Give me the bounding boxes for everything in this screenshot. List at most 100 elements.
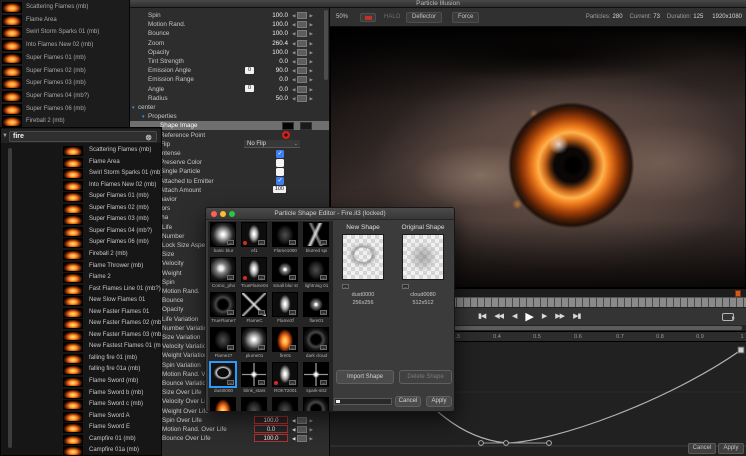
stepper-right-icon[interactable]: ▶ xyxy=(309,21,312,28)
list-item[interactable]: Flame Sword (mb) xyxy=(1,377,161,389)
stepper-left-icon[interactable]: ◀ xyxy=(292,86,295,93)
shape-thumbnail-icon[interactable]: ‒ xyxy=(210,222,236,247)
property-value[interactable]: 100.0 xyxy=(252,49,288,56)
shape-thumbnail-icon[interactable]: ‒ xyxy=(303,362,329,387)
shape-thumbnail-icon[interactable]: ‒ xyxy=(272,257,298,282)
stepper-handle[interactable] xyxy=(297,85,308,93)
value-stepper[interactable]: ◀ ▶ xyxy=(292,94,322,102)
list-item[interactable]: Campfire 01a (mb) xyxy=(1,446,161,455)
stepper-handle[interactable] xyxy=(297,416,308,424)
list-item[interactable]: falling fire 01a (mb) xyxy=(1,365,161,377)
list-item[interactable]: Super Flames 04 (mb?) xyxy=(1,226,161,239)
list-item[interactable]: Flame Sword A xyxy=(1,411,161,424)
library-item[interactable]: Super Flames 02 (mb) xyxy=(0,65,129,78)
library-item[interactable]: Super Flames 06 (mb) xyxy=(0,103,129,116)
stepper-left-icon[interactable]: ◀ xyxy=(292,12,295,19)
stepper-right-icon[interactable]: ▶ xyxy=(309,435,312,442)
list-item[interactable]: New Slow Flames 01 xyxy=(1,296,161,308)
stepper-handle[interactable] xyxy=(297,30,308,38)
stepper-right-icon[interactable]: ▶ xyxy=(309,49,312,56)
shape-image-swatch[interactable] xyxy=(282,121,294,130)
shape-thumbnail-icon[interactable]: ‒ xyxy=(241,292,267,317)
shape-thumbnail-icon[interactable]: ‒ xyxy=(210,292,236,317)
property-row-bounce[interactable]: Bounce 100.0 ◀ ▶ xyxy=(130,29,329,38)
shape-cell[interactable]: ‒ ef1 xyxy=(239,221,270,256)
shape-cell[interactable]: ‒ TrueFlame04 xyxy=(239,256,270,291)
shape-cell[interactable]: ‒ spark-str2 xyxy=(301,361,332,396)
loop-icon[interactable] xyxy=(722,313,735,321)
shape-cell[interactable]: ‒ xyxy=(301,396,332,411)
checkbox[interactable] xyxy=(276,158,284,167)
stepper-right-icon[interactable]: ▶ xyxy=(309,417,312,424)
shape-cell-selected[interactable]: ‒ dust0000 xyxy=(208,361,239,396)
stepper-left-icon[interactable]: ◀ xyxy=(292,417,295,424)
shape-cell[interactable]: ‒ fire01 xyxy=(270,326,301,361)
library-item[interactable]: Super Flames 01 (mb) xyxy=(0,52,129,65)
shape-thumbnail-icon[interactable]: ‒ xyxy=(272,362,298,387)
curve-endpoint[interactable] xyxy=(737,346,745,354)
keyframed-value[interactable]: 100.0 xyxy=(254,434,288,443)
property-row-opacity[interactable]: Opacity 100.0 ◀ ▶ xyxy=(130,48,329,57)
stepper-left-icon[interactable]: ◀ xyxy=(292,30,295,37)
halo-button[interactable]: HALO xyxy=(384,14,400,20)
value-stepper[interactable]: ◀ ▶ xyxy=(292,416,322,424)
list-item[interactable]: Flame Sword E xyxy=(1,423,161,435)
curve-cancel-button[interactable]: Cancel xyxy=(688,443,716,454)
flip-dropdown[interactable]: No Flip ⌄ xyxy=(244,139,300,148)
list-item[interactable]: falling fire 01 (mb) xyxy=(1,353,161,366)
stepper-handle[interactable] xyxy=(297,21,308,29)
filter-funnel-icon[interactable]: ▼ xyxy=(2,133,8,139)
shape-cell[interactable]: ‒ blink_stars xyxy=(239,361,270,396)
stepper-handle[interactable] xyxy=(297,426,308,433)
list-item[interactable]: Super Flames 06 (mb) xyxy=(1,238,161,250)
clear-search-icon[interactable]: ⊗ xyxy=(145,133,152,142)
stepper-handle[interactable] xyxy=(297,94,308,102)
search-input[interactable]: fire ⊗ xyxy=(9,131,157,142)
step-back-icon[interactable]: ◀ xyxy=(512,311,517,323)
list-item[interactable]: Campfire 01 (mb) xyxy=(1,434,161,447)
value-stepper[interactable]: ◀ ▶ xyxy=(292,39,322,47)
value-stepper[interactable]: ◀ ▶ xyxy=(292,426,322,433)
stepper-handle[interactable] xyxy=(297,39,308,47)
shape-image-swatch-alt[interactable] xyxy=(300,121,312,130)
property-row-motion-rand-[interactable]: Motion Rand. 100.0 ◀ ▶ xyxy=(130,20,329,29)
shape-cell[interactable]: ‒ FlameC xyxy=(239,291,270,326)
stepper-handle[interactable] xyxy=(297,76,308,84)
shape-cell[interactable]: ‒ Flame27 xyxy=(208,326,239,361)
stepper-right-icon[interactable]: ▶ xyxy=(309,95,312,102)
stepper-handle[interactable] xyxy=(297,58,308,65)
stepper-left-icon[interactable]: ◀ xyxy=(292,49,295,56)
shape-thumbnail-icon[interactable]: ‒ xyxy=(210,257,236,282)
popup-scrollbar[interactable] xyxy=(8,148,12,448)
shape-cell[interactable]: ‒ dark cloud xyxy=(301,326,332,361)
stepper-left-icon[interactable]: ◀ xyxy=(292,67,295,74)
checkbox[interactable]: ✓ xyxy=(276,177,284,186)
shape-thumbnail-icon[interactable]: ‒ xyxy=(241,397,267,411)
stepper-right-icon[interactable]: ▶ xyxy=(309,76,312,83)
value-stepper[interactable]: ◀ ▶ xyxy=(292,76,322,84)
property-row-tint-strength[interactable]: Tint Strength 0.0 ◀ ▶ xyxy=(130,57,329,66)
shape-thumbnail-icon[interactable]: ‒ xyxy=(272,292,298,317)
stepper-left-icon[interactable]: ◀ xyxy=(292,21,295,28)
property-value[interactable]: 0.0 xyxy=(252,86,288,93)
list-item[interactable]: Fireball 2 (mb) xyxy=(1,249,161,262)
value-stepper[interactable]: ◀ ▶ xyxy=(292,30,322,38)
value-stepper[interactable]: ◀ ▶ xyxy=(292,58,322,65)
stepper-right-icon[interactable]: ▶ xyxy=(309,58,312,65)
property-row-zoom[interactable]: Zoom 260.4 ◀ ▶ xyxy=(130,39,329,48)
shape-thumbnail-icon[interactable]: ‒ xyxy=(241,362,267,387)
dialog-apply-button[interactable]: Apply xyxy=(426,396,452,407)
property-value[interactable]: 0.0 xyxy=(252,58,288,65)
property-row-emission-angle[interactable]: Emission Angle 0 90.0 ◀ ▶ xyxy=(130,66,329,75)
stepper-left-icon[interactable]: ◀ xyxy=(292,76,295,83)
stepper-right-icon[interactable]: ▶ xyxy=(309,426,312,433)
list-item[interactable]: Into Flames New 02 (mb) xyxy=(1,180,161,193)
keyframed-value[interactable]: 0.0 xyxy=(254,425,288,433)
stepper-handle[interactable] xyxy=(297,12,308,19)
property-value[interactable]: 50.0 xyxy=(252,95,288,102)
deflector-button[interactable]: Deflector xyxy=(406,12,443,23)
shape-cell[interactable]: ‒ flare01 xyxy=(301,291,332,326)
property-row-radius[interactable]: Radius 50.0 ◀ ▶ xyxy=(130,94,329,103)
checkbox[interactable] xyxy=(276,167,284,176)
shape-thumbnail-icon[interactable]: ‒ xyxy=(303,222,329,247)
